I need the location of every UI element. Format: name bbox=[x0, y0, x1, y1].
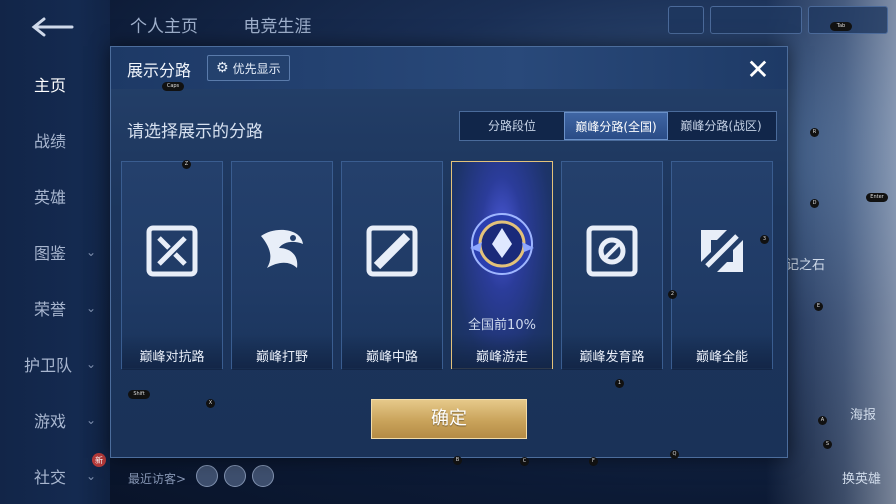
chevron-down-icon: ⌄ bbox=[86, 469, 97, 483]
key-hint-shift: Shift bbox=[128, 390, 150, 399]
left-nav: 主页 战绩 英雄 图鉴 ⌄ 荣誉 ⌄ 护卫队 ⌄ 游戏 ⌄ 社交 ⌄ 新 bbox=[0, 0, 110, 504]
top-right-bar bbox=[668, 6, 888, 34]
nav-item-record[interactable]: 战绩 bbox=[0, 120, 100, 160]
avatar[interactable] bbox=[196, 465, 218, 487]
gear-icon: ⚙ bbox=[216, 60, 229, 76]
jungle-icon bbox=[261, 229, 303, 268]
lane-card-label: 巅峰打野 bbox=[255, 350, 308, 365]
avatar[interactable] bbox=[224, 465, 246, 487]
key-hint-3: 3 bbox=[760, 235, 769, 244]
key-hint-x: X bbox=[206, 399, 215, 408]
change-hero-button[interactable]: 换英雄 bbox=[842, 468, 881, 487]
key-hint-f: F bbox=[589, 457, 598, 466]
key-hint-e: E bbox=[814, 302, 823, 311]
nav-item-codex[interactable]: 图鉴 ⌄ bbox=[0, 232, 100, 272]
key-hint-q: Q bbox=[670, 450, 679, 459]
nav-item-label: 荣誉 bbox=[34, 300, 67, 319]
key-hint-1: 1 bbox=[615, 379, 624, 388]
key-hint-s: S bbox=[823, 440, 832, 449]
avatar[interactable] bbox=[252, 465, 274, 487]
recent-visitors-link[interactable]: 最近访客> bbox=[128, 470, 186, 487]
chevron-down-icon: ⌄ bbox=[86, 413, 97, 427]
notification-icon[interactable] bbox=[668, 6, 704, 34]
tab-peak-national[interactable]: 巅峰分路(全国) bbox=[564, 112, 668, 140]
nav-item-label: 主页 bbox=[34, 76, 67, 95]
key-hint-tab: Tab bbox=[830, 22, 852, 31]
lane-card-label: 巅峰中路 bbox=[365, 350, 418, 365]
side-label: 记之石 bbox=[786, 258, 826, 273]
lane-display-dialog: 展示分路 ⚙ 优先显示 ✕ 请选择展示的分路 分路段位 巅峰分路(全国) 巅峰分… bbox=[110, 46, 788, 458]
chevron-down-icon: ⌄ bbox=[86, 245, 97, 259]
key-hint-2: 2 bbox=[668, 290, 677, 299]
lane-card-support[interactable]: 全国前10% 巅峰游走 bbox=[451, 161, 553, 370]
back-arrow-icon[interactable] bbox=[28, 16, 74, 38]
nav-item-social[interactable]: 社交 ⌄ bbox=[0, 456, 100, 496]
recent-visitor-avatars bbox=[196, 465, 274, 487]
lane-card-label: 巅峰全能 bbox=[695, 350, 748, 365]
lane-card-mid[interactable]: 巅峰中路 bbox=[341, 161, 443, 370]
nav-item-game[interactable]: 游戏 ⌄ bbox=[0, 400, 100, 440]
poster-button[interactable]: 海报 bbox=[850, 404, 876, 423]
tab-lane-rank[interactable]: 分路段位 bbox=[460, 112, 564, 140]
dialog-title: 展示分路 bbox=[127, 61, 192, 80]
tab-personal-home[interactable]: 个人主页 bbox=[130, 17, 198, 37]
lane-card-allround[interactable]: 巅峰全能 bbox=[671, 161, 773, 370]
chevron-down-icon: ⌄ bbox=[86, 357, 97, 371]
support-rank-emblem-icon bbox=[470, 213, 534, 275]
key-hint-caps: Caps bbox=[162, 82, 184, 91]
lane-card-top[interactable]: 巅峰对抗路 bbox=[121, 161, 223, 370]
lane-card-label: 巅峰发育路 bbox=[579, 350, 645, 365]
profile-chip[interactable] bbox=[710, 6, 802, 34]
tab-esports-career[interactable]: 电竞生涯 bbox=[243, 17, 311, 37]
top-tabs: 个人主页 电竞生涯 bbox=[130, 12, 351, 37]
nav-item-label: 战绩 bbox=[34, 132, 67, 151]
key-hint-r: R bbox=[810, 128, 819, 137]
key-hint-a: A bbox=[818, 416, 827, 425]
lane-type-tabs: 分路段位 巅峰分路(全国) 巅峰分路(战区) bbox=[459, 111, 777, 141]
confirm-button[interactable]: 确定 bbox=[371, 399, 527, 439]
top-lane-icon bbox=[146, 225, 198, 277]
nav-item-label: 护卫队 bbox=[24, 356, 73, 375]
new-badge: 新 bbox=[92, 453, 106, 467]
lane-card-label: 巅峰游走 bbox=[475, 350, 528, 365]
priority-display-button[interactable]: ⚙ 优先显示 bbox=[207, 55, 290, 81]
nav-item-label: 英雄 bbox=[34, 188, 67, 207]
nav-item-label: 社交 bbox=[34, 468, 67, 487]
key-hint-enter: Enter bbox=[866, 193, 888, 202]
lane-card-jungle[interactable]: 巅峰打野 bbox=[231, 161, 333, 370]
tab-peak-region[interactable]: 巅峰分路(战区) bbox=[668, 112, 774, 140]
key-hint-b: B bbox=[453, 456, 462, 465]
nav-item-honor[interactable]: 荣誉 ⌄ bbox=[0, 288, 100, 328]
rank-percentile: 全国前10% bbox=[468, 318, 536, 333]
mid-lane-icon bbox=[366, 225, 418, 277]
close-icon[interactable]: ✕ bbox=[743, 55, 773, 85]
dialog-subtitle: 请选择展示的分路 bbox=[127, 122, 263, 142]
nav-item-label: 图鉴 bbox=[34, 244, 67, 263]
nav-item-home[interactable]: 主页 bbox=[0, 64, 100, 104]
nav-item-guard[interactable]: 护卫队 ⌄ bbox=[0, 344, 100, 384]
nav-item-hero[interactable]: 英雄 bbox=[0, 176, 100, 216]
chevron-down-icon: ⌄ bbox=[86, 301, 97, 315]
key-hint-d: D bbox=[810, 199, 819, 208]
key-hint-c: C bbox=[520, 457, 529, 466]
dialog-header: 展示分路 ⚙ 优先显示 ✕ bbox=[111, 47, 787, 89]
lane-card-farm[interactable]: 巅峰发育路 bbox=[561, 161, 663, 370]
priority-display-label: 优先显示 bbox=[232, 61, 281, 76]
nav-item-label: 游戏 bbox=[34, 412, 67, 431]
key-hint-z: Z bbox=[182, 160, 191, 169]
lane-card-label: 巅峰对抗路 bbox=[139, 350, 205, 365]
allround-icon bbox=[701, 230, 743, 272]
farm-lane-icon bbox=[586, 225, 638, 277]
